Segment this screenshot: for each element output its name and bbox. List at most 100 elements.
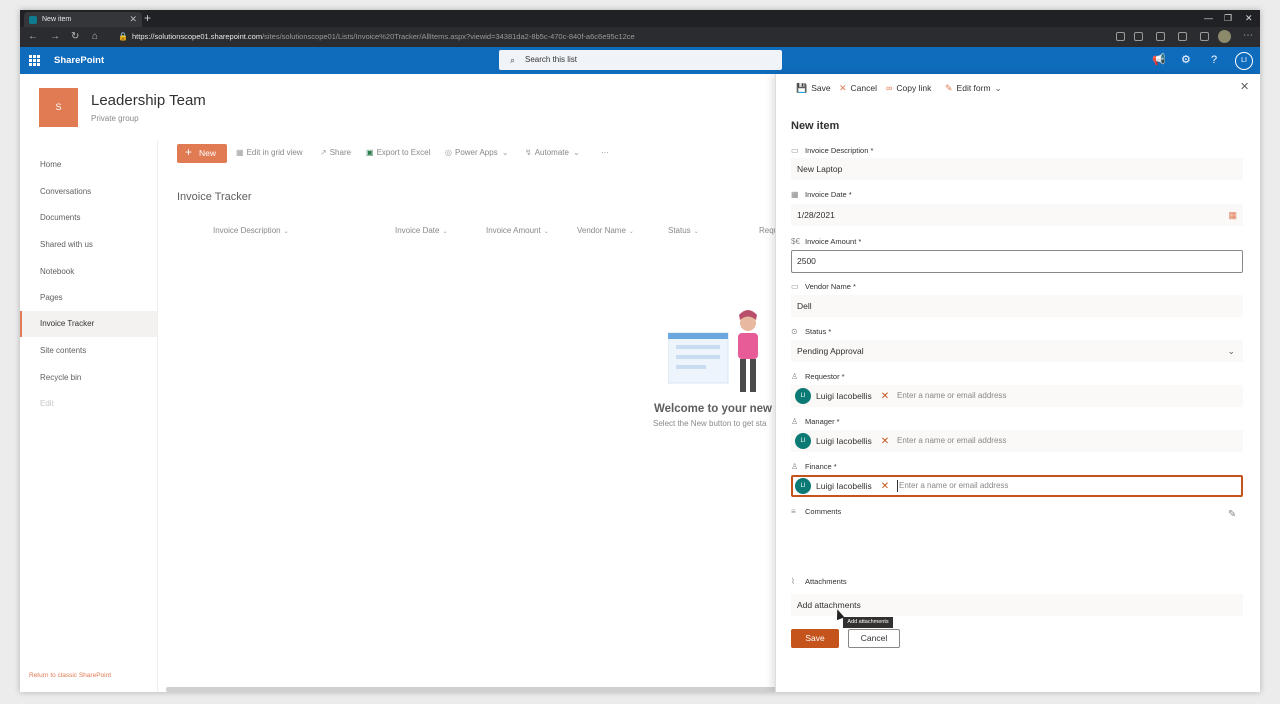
zoom-icon[interactable] [1116,32,1125,41]
copy-link-command[interactable]: ∞ Copy link [886,81,931,95]
minimize-icon[interactable]: — [1204,10,1213,27]
panel-save-command[interactable]: 💾 Save [796,81,831,95]
grid-icon: ▦ [236,148,244,157]
nav-item-documents[interactable]: Documents [20,205,157,231]
maximize-icon[interactable]: ❐ [1224,10,1232,27]
app-launcher-icon[interactable] [29,55,40,66]
remove-person-icon[interactable]: ✕ [881,391,889,402]
new-button[interactable]: + New [177,144,227,163]
add-attachments-button[interactable]: Add attachments [791,594,1243,616]
manager-people-picker[interactable]: LI Luigi Iacobellis ✕ Enter a name or ema… [791,430,1243,452]
cancel-button[interactable]: Cancel [848,629,900,648]
edit-comments-pencil-icon[interactable]: ✎ [1228,509,1236,520]
nav-item-invoice-tracker[interactable]: Invoice Tracker [20,311,157,337]
site-title[interactable]: Leadership Team [91,92,206,109]
home-icon[interactable]: ⌂ [92,29,98,45]
text-field-icon: ▭ [791,282,799,291]
search-box[interactable]: ⌕ Search this list [499,50,782,70]
automate-button[interactable]: ↯ Automate ⌄ [525,148,583,157]
back-icon[interactable]: ← [28,29,38,45]
favorites-icon[interactable] [1156,32,1165,41]
browser-profile-avatar[interactable] [1218,30,1231,43]
site-logo[interactable]: S [39,88,78,127]
finance-persona: LI Luigi Iacobellis ✕ [795,478,889,494]
refresh-icon[interactable]: ↻ [71,29,79,45]
manager-input-placeholder[interactable]: Enter a name or email address [897,430,1006,452]
calendar-picker-icon[interactable]: ▦ [1228,204,1237,226]
requestor-label-text: Requestor * [805,372,845,381]
panel-cancel-command[interactable]: ✕ Cancel [839,81,877,95]
column-header-invoice-description[interactable]: Invoice Description ⌄ [213,226,289,235]
finance-input-placeholder[interactable]: Enter a name or email address [897,480,1008,492]
nav-item-recycle-bin[interactable]: Recycle bin [20,365,157,391]
tab-title: New item [42,16,72,23]
invoice-amount-field[interactable]: 2500 [791,250,1243,273]
chevron-down-icon: ⌄ [693,229,699,235]
automate-label: Automate [534,148,569,157]
forward-icon[interactable]: → [50,29,60,45]
list-title[interactable]: Invoice Tracker [177,191,252,203]
invoice-description-field[interactable]: New Laptop [791,158,1243,180]
requestor-input-placeholder[interactable]: Enter a name or email address [897,385,1006,407]
requestor-people-picker[interactable]: LI Luigi Iacobellis ✕ Enter a name or ema… [791,385,1243,407]
invoice-amount-label-text: Invoice Amount * [805,237,862,246]
person-icon: ♙ [791,372,799,381]
user-avatar[interactable]: LI [1235,52,1253,70]
browser-menu-icon[interactable]: ⋯ [1243,28,1253,44]
return-to-classic-link[interactable]: Return to classic SharePoint [29,672,111,679]
vendor-name-field[interactable]: Dell [791,295,1243,317]
column-label: Invoice Amount [486,226,541,235]
column-header-vendor-name[interactable]: Vendor Name ⌄ [577,226,634,235]
panel-close-icon[interactable]: ✕ [1240,80,1249,94]
share-button[interactable]: ↗ Share [320,148,351,157]
horizontal-scrollbar[interactable] [166,687,776,692]
nav-item-shared-with-us[interactable]: Shared with us [20,232,157,258]
new-tab-icon[interactable]: + [144,10,151,27]
nav-item-site-contents[interactable]: Site contents [20,338,157,364]
invoice-date-value: 1/28/2021 [797,210,835,220]
url-field[interactable]: 🔒 https://solutionscope01.sharepoint.com… [116,30,1116,44]
save-button[interactable]: Save [791,629,839,648]
collections-icon[interactable] [1178,32,1187,41]
share-browser-icon[interactable] [1200,32,1209,41]
remove-person-icon[interactable]: ✕ [881,481,889,492]
column-header-invoice-date[interactable]: Invoice Date ⌄ [395,226,448,235]
nav-item-home[interactable]: Home [20,152,157,178]
column-label: Status [668,226,691,235]
invoice-amount-label: $€ Invoice Amount * [791,236,861,248]
nav-item-pages[interactable]: Pages [20,285,157,311]
url-path: /sites/solutionscope01/Lists/Invoice%20T… [262,32,635,41]
chevron-down-icon: ⌄ [283,229,289,235]
excel-icon: ▣ [366,148,374,157]
power-apps-button[interactable]: ◎ Power Apps ⌄ [445,148,511,157]
pencil-icon: ✎ [945,83,953,93]
column-header-invoice-amount[interactable]: Invoice Amount ⌄ [486,226,549,235]
edit-form-command[interactable]: ✎ Edit form ⌄ [945,81,1002,95]
finance-people-picker[interactable]: LI Luigi Iacobellis ✕ Enter a name or ema… [791,475,1243,497]
comments-label-text: Comments [805,507,842,516]
invoice-description-label: ▭ Invoice Description * [791,145,873,157]
tracking-icon[interactable] [1134,32,1143,41]
persona-avatar: LI [795,478,811,494]
window-close-icon[interactable]: ✕ [1245,10,1253,27]
status-dropdown[interactable]: Pending Approval ⌄ [791,340,1243,362]
tab-close-icon[interactable]: ✕ [129,12,137,27]
export-excel-button[interactable]: ▣ Export to Excel [366,148,430,157]
nav-item-notebook[interactable]: Notebook [20,259,157,285]
edit-grid-button[interactable]: ▦ Edit in grid view [236,148,303,157]
nav-item-conversations[interactable]: Conversations [20,179,157,205]
browser-tab[interactable]: New item ✕ [24,12,142,27]
help-icon[interactable]: ? [1211,47,1217,74]
column-header-status[interactable]: Status ⌄ [668,226,699,235]
chevron-down-icon: ⌄ [994,83,1002,93]
remove-person-icon[interactable]: ✕ [881,436,889,447]
sharepoint-brand[interactable]: SharePoint [54,47,104,74]
settings-gear-icon[interactable]: ⚙ [1181,47,1191,74]
invoice-date-field[interactable]: 1/28/2021 ▦ [791,204,1243,226]
finance-label: ♙ Finance * [791,461,837,473]
nav-item-edit[interactable]: Edit [20,391,157,417]
invoice-date-label-text: Invoice Date * [805,190,852,199]
more-commands-button[interactable]: ··· [601,148,609,157]
megaphone-icon[interactable]: 📢 [1152,47,1166,74]
status-label: ⊙ Status * [791,326,831,338]
